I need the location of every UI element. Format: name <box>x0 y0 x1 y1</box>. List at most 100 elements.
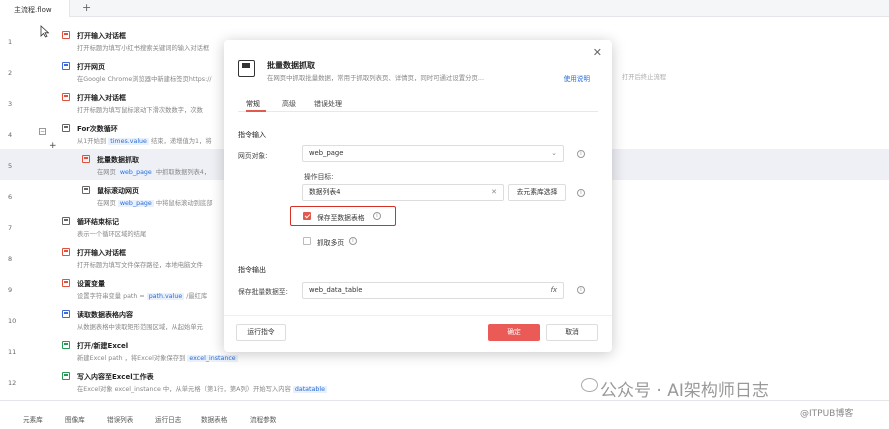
step-desc: 在Excel对象 excel_instance 中，从单元格（第1行，第A列）开… <box>77 386 327 393</box>
cancel-button[interactable]: 取消 <box>546 324 598 341</box>
step-title: 读取数据表格内容 <box>77 311 133 319</box>
tab-bar: 主流程.flow + <box>0 0 889 17</box>
batch-grab-dialog: ✕ 批量数据抓取 在网页中抓取批量数据，常用于抓取列表页、详情页，同时可通过设置… <box>224 40 612 352</box>
step-title: 打开/新建Excel <box>77 342 129 350</box>
dialog-subtitle: 在网页中抓取批量数据，常用于抓取列表页、详情页，同时可通过设置分页... <box>267 74 484 82</box>
wechat-icon <box>581 378 598 392</box>
section-output-title: 指令输出 <box>238 266 266 274</box>
info-icon: i <box>577 150 585 158</box>
pagination-label: 抓取多页 <box>317 239 345 247</box>
collapse-loop-button[interactable]: − <box>39 128 46 135</box>
scroll-icon <box>82 186 90 194</box>
dialog-icon <box>62 248 70 256</box>
variable-icon <box>62 279 70 287</box>
tab-element-library[interactable]: 元素库 <box>23 414 43 424</box>
step-desc: 打开标题为填写鼠标滚动下滑次数数字，次数 <box>77 107 203 114</box>
step-title: 写入内容至Excel工作表 <box>77 373 154 381</box>
page-object-label: 网页对象: <box>238 152 268 160</box>
step-desc: 从1开始到 times.value 结束，递增值为1，将 <box>77 138 212 145</box>
line-number: 9 <box>8 286 13 294</box>
line-number: 10 <box>8 317 17 325</box>
line-number: 3 <box>8 100 13 108</box>
fx-icon[interactable]: fx <box>551 283 557 298</box>
line-number: 4 <box>8 131 13 139</box>
tab-error-list[interactable]: 错误列表 <box>107 414 133 424</box>
clear-icon[interactable]: ✕ <box>491 185 497 200</box>
add-tab-button[interactable]: + <box>82 1 91 14</box>
tab-flow-params[interactable]: 流程参数 <box>250 414 276 424</box>
ghost-desc-text: 打开后终止流程 <box>622 74 667 81</box>
step-title: 设置变量 <box>77 280 105 288</box>
line-number: 11 <box>8 348 17 356</box>
close-icon[interactable]: ✕ <box>593 46 602 59</box>
page-object-value: web_page <box>309 149 344 157</box>
help-link[interactable]: 使用说明 <box>564 73 590 83</box>
step-desc: 设置字符串变量 path = path.value /最红库 <box>77 293 208 300</box>
step-title: 打开输入对话框 <box>77 249 126 257</box>
step-desc: 在网页 web_page 中将鼠标滚动到底部 <box>97 200 213 207</box>
step-desc: 打开标题为填写文件保存路径，本地电脑文件 <box>77 262 203 269</box>
table-read-icon <box>62 310 70 318</box>
grab-icon <box>238 60 255 77</box>
web-icon <box>62 62 70 70</box>
watermark-sub: @ITPUB博客 <box>800 409 854 419</box>
highlight-box <box>290 206 396 226</box>
watermark-main: 公众号 · AI架构师日志 <box>600 381 769 401</box>
step-title: 循环结束标记 <box>77 218 119 226</box>
loop-icon <box>62 124 70 132</box>
target-input[interactable]: 数据列表4 ✕ <box>302 184 504 201</box>
active-tab-indicator <box>246 110 266 112</box>
tab-advanced[interactable]: 高级 <box>282 99 296 109</box>
step-title: 打开输入对话框 <box>77 32 126 40</box>
tab-main-flow[interactable]: 主流程.flow <box>0 0 70 17</box>
dialog-divider <box>224 315 612 316</box>
step-desc: 打开标题为填写小红书搜索关键词的输入对话框 <box>77 45 210 52</box>
page-object-select[interactable]: web_page ⌄ <box>302 145 564 162</box>
line-number: 2 <box>8 69 13 77</box>
chevron-down-icon: ⌄ <box>551 149 557 157</box>
step-desc: 新建Excel path ，将Excel对象保存到 excel_instance <box>77 355 238 362</box>
step-title: For次数循环 <box>77 125 118 133</box>
dialog-icon <box>62 31 70 39</box>
tab-general[interactable]: 常规 <box>246 99 260 109</box>
dialog-tabs: 常规 高级 错误处理 <box>238 95 598 112</box>
insert-step-icon[interactable]: + <box>49 141 57 151</box>
step-title: 批量数据抓取 <box>97 156 139 164</box>
line-number: 1 <box>8 38 13 46</box>
info-icon: i <box>577 286 585 294</box>
bottom-panel-tabs: 元素库 图像库 错误列表 运行日志 数据表格 流程参数 <box>0 400 889 429</box>
tab-data-table[interactable]: 数据表格 <box>201 414 227 424</box>
dialog-title: 批量数据抓取 <box>267 61 315 70</box>
ok-button[interactable]: 确定 <box>488 324 540 341</box>
tab-error-handling[interactable]: 错误处理 <box>314 99 342 109</box>
step-desc: 从数据表格中读取矩形范围区域，从起始单元 <box>77 324 203 331</box>
info-icon: i <box>349 237 357 245</box>
element-library-button[interactable]: 去元素库选择 <box>508 184 566 201</box>
run-command-button[interactable]: 运行指令 <box>236 324 286 341</box>
loop-end-icon <box>62 217 70 225</box>
step-desc: 在网页 web_page 中抓取数据列表4， <box>97 169 211 176</box>
step-title: 打开输入对话框 <box>77 94 126 102</box>
target-value: 数据列表4 <box>309 188 341 196</box>
line-number: 8 <box>8 255 13 263</box>
step-title: 鼠标滚动网页 <box>97 187 139 195</box>
tab-run-log[interactable]: 运行日志 <box>155 414 181 424</box>
output-value: web_data_table <box>309 286 363 294</box>
excel-write-icon <box>62 372 70 380</box>
info-icon: i <box>577 189 585 197</box>
target-label: 操作目标: <box>304 173 334 181</box>
grab-icon <box>82 155 90 163</box>
excel-icon <box>62 341 70 349</box>
tab-title: 主流程.flow <box>14 6 52 14</box>
step-desc: 在Google Chrome浏览器中新建标签页https:// <box>77 76 212 83</box>
step-desc: 表示一个循环区域的结尾 <box>77 231 147 238</box>
pagination-checkbox[interactable] <box>303 237 311 245</box>
output-variable-input[interactable]: web_data_table fx <box>302 282 564 299</box>
line-number: 6 <box>8 193 13 201</box>
line-number: 7 <box>8 224 13 232</box>
line-number: 12 <box>8 379 17 387</box>
line-number: 5 <box>8 162 13 170</box>
output-label: 保存批量数据至: <box>238 288 288 296</box>
tab-image-library[interactable]: 图像库 <box>65 414 85 424</box>
step-title: 打开网页 <box>77 63 105 71</box>
